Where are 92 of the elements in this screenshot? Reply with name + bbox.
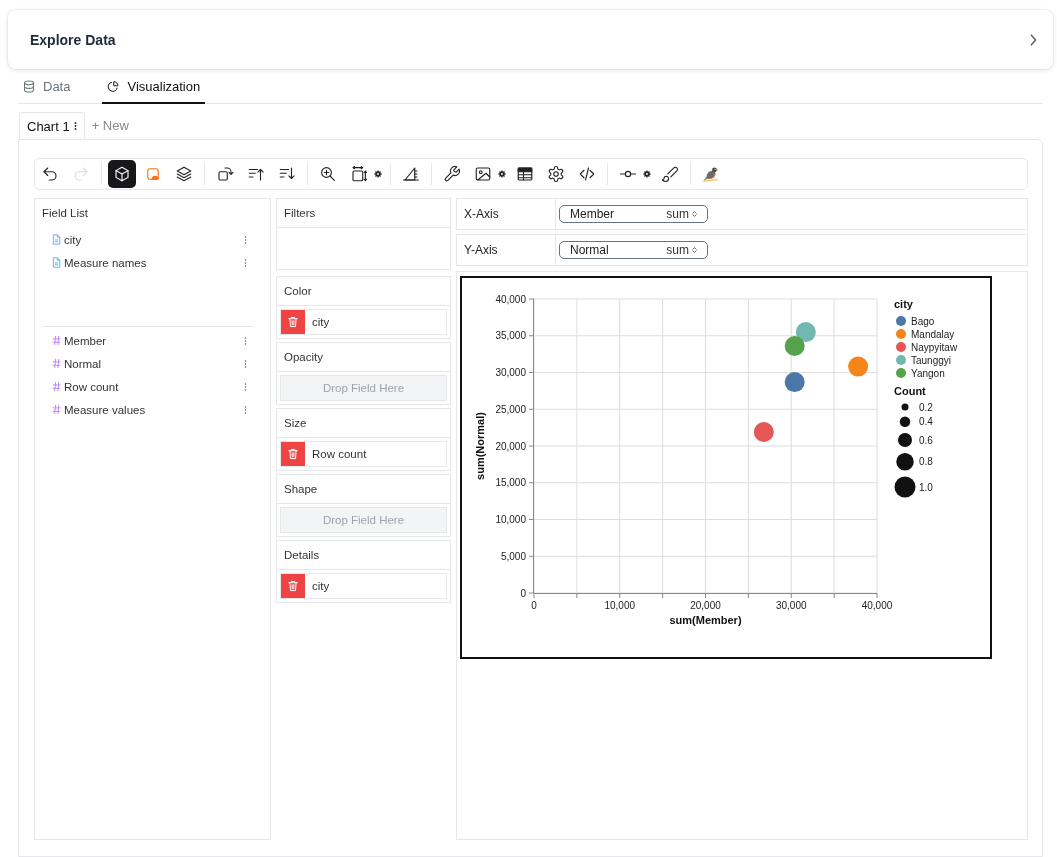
axis-tick-label: 20,000 [495, 440, 526, 452]
field-name[interactable]: Measure values [64, 403, 244, 416]
hash-icon [52, 335, 61, 346]
gear-icon[interactable] [498, 170, 506, 178]
field-name[interactable]: city [64, 233, 244, 246]
new-chart-button[interactable]: + New [84, 112, 136, 139]
axis-tick-label: 0 [520, 587, 526, 599]
trash-icon [288, 580, 298, 592]
tab[interactable]: Visualization [102, 79, 206, 104]
toolbar-button[interactable] [108, 160, 136, 188]
legend-label: Mandalay [911, 328, 955, 340]
field-name[interactable]: Row count [64, 380, 244, 393]
encoding-field-pill[interactable]: city [280, 309, 447, 335]
axis-field-pill[interactable]: Member sum [559, 205, 708, 223]
data-point [784, 336, 805, 357]
legend-label: 1.0 [919, 481, 933, 493]
axis-tick-label: 35,000 [495, 330, 526, 342]
encoding-field-pill[interactable]: city [280, 573, 447, 599]
legend-label: 0.4 [919, 416, 933, 428]
size-legend-dot [894, 476, 916, 498]
section-title: Opacity [277, 343, 450, 372]
axis-tick-label: 15,000 [495, 477, 526, 489]
delete-button[interactable] [281, 574, 305, 598]
legend-label: Yangon [911, 367, 945, 379]
axis-tick-label: 10,000 [604, 600, 636, 611]
chevron-right-icon[interactable] [1030, 33, 1037, 46]
axis-tick-label: 30,000 [495, 367, 526, 378]
more-options-icon[interactable] [73, 121, 77, 131]
encoding-field-pill[interactable]: Row count [280, 441, 447, 467]
gear-icon[interactable] [374, 170, 382, 178]
size-legend-dot [898, 433, 912, 447]
size-legend-dot [896, 453, 914, 471]
field-name[interactable]: Normal [64, 357, 244, 370]
legend-title: Count [894, 385, 926, 397]
axis-tick-label: 10,000 [495, 514, 526, 525]
delete-button[interactable] [281, 442, 305, 466]
delete-button[interactable] [281, 310, 305, 334]
chart-tab[interactable]: Chart 1 [19, 112, 85, 139]
gear-icon[interactable] [643, 170, 651, 178]
legend-label: Naypyitaw [911, 341, 958, 353]
tab[interactable]: Data [18, 79, 76, 104]
field-name: city [311, 315, 330, 330]
page-title: Explore Data [30, 31, 116, 48]
field-name: Normal [570, 243, 609, 257]
size-legend-dot [901, 403, 909, 411]
legend-label: 0.8 [919, 456, 933, 468]
section-title: Size [277, 409, 450, 438]
panel-title: Field List [42, 206, 90, 220]
axis-label: X-Axis [457, 199, 556, 229]
axis-tick-label: 25,000 [495, 403, 526, 415]
data-point [795, 322, 816, 343]
section-title: Shape [277, 475, 450, 504]
axis-field-pill[interactable]: Normal sum [559, 241, 708, 259]
trash-icon [288, 448, 298, 460]
field-name: Row count [311, 447, 367, 462]
document-icon [52, 257, 61, 268]
field-name: Member [570, 207, 614, 221]
data-point [753, 422, 774, 443]
axis-title: sum(Member) [669, 614, 742, 626]
axis-tick-label: 5,000 [500, 550, 526, 562]
document-icon [52, 234, 61, 245]
legend-label: Taunggyi [911, 354, 952, 366]
axis-tick-label: 40,000 [861, 600, 893, 611]
section-title: Color [277, 277, 450, 306]
data-point [784, 372, 805, 393]
up-down-icon [692, 246, 697, 254]
legend-label: 0.6 [919, 434, 933, 446]
pie-chart-icon [107, 80, 120, 93]
section-title: Details [277, 541, 450, 570]
aggregation-select[interactable]: sum [666, 243, 697, 257]
axis-title: sum(Normal) [474, 412, 486, 480]
axis-tick-label: 40,000 [495, 293, 526, 305]
size-legend-dot [899, 416, 911, 427]
up-down-icon [692, 210, 697, 218]
data-point [848, 356, 869, 377]
axis-tick-label: 30,000 [775, 600, 807, 611]
field-name[interactable]: Measure names [64, 256, 244, 269]
legend-label: Bago [911, 315, 935, 327]
field-name[interactable]: Member [64, 334, 244, 347]
field-name: city [311, 579, 330, 594]
legend-label: 0.2 [919, 401, 933, 413]
hash-icon [52, 404, 61, 415]
hash-icon [52, 358, 61, 369]
axis-tick-label: 20,000 [690, 600, 721, 611]
legend-title: city [894, 298, 913, 310]
axis-tick-label: 0 [531, 600, 537, 611]
database-icon [23, 80, 35, 93]
section-title: Filters [277, 199, 450, 228]
hash-icon [52, 381, 61, 392]
axis-label: Y-Axis [457, 235, 556, 265]
trash-icon [288, 316, 298, 328]
aggregation-select[interactable]: sum [666, 207, 697, 221]
